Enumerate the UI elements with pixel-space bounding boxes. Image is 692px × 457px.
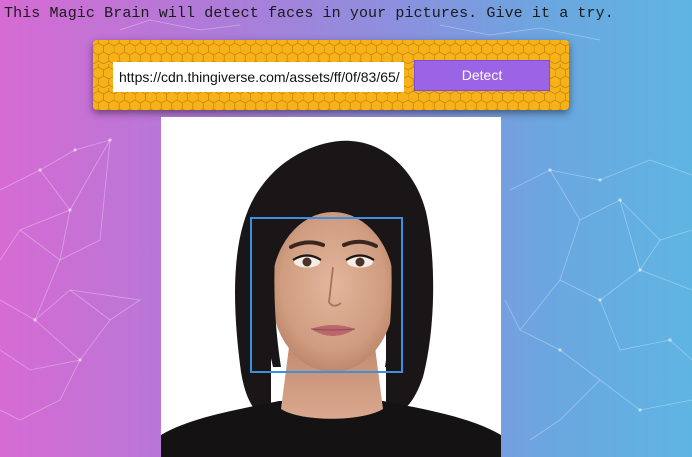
face-bounding-box [250, 217, 403, 373]
result-image-frame [161, 117, 501, 457]
detect-button[interactable]: Detect [414, 60, 550, 91]
image-link-form: Detect [93, 40, 569, 110]
image-url-input[interactable] [113, 62, 404, 92]
page-tagline: This Magic Brain will detect faces in yo… [4, 5, 614, 22]
